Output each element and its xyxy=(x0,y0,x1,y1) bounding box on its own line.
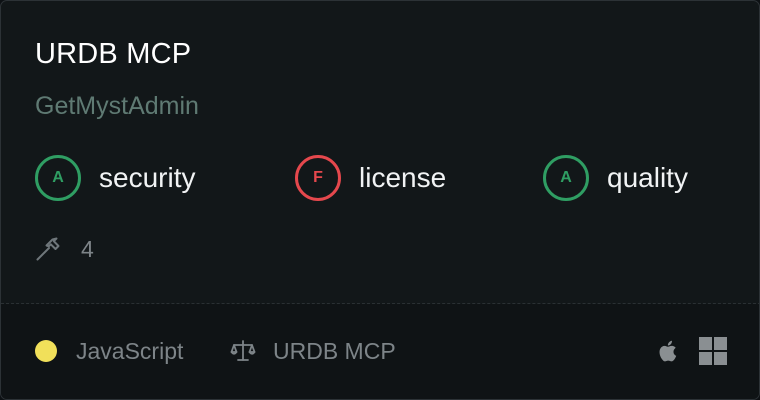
language-label: JavaScript xyxy=(76,338,184,364)
language-color-dot xyxy=(35,340,57,362)
grade-badge-license: F xyxy=(295,155,341,201)
score-license: F license xyxy=(295,155,447,201)
score-label-quality: quality xyxy=(607,162,688,193)
license-label: URDB MCP xyxy=(273,338,396,364)
tools-count: 4 xyxy=(35,233,94,265)
score-quality: A quality xyxy=(543,155,688,201)
scale-icon xyxy=(230,338,256,369)
grade-badge-quality: A xyxy=(543,155,589,201)
grade-badge-security: A xyxy=(35,155,81,201)
score-security: A security xyxy=(35,155,196,201)
server-author[interactable]: GetMystAdmin xyxy=(35,90,199,122)
hammer-icon xyxy=(35,235,63,263)
tools-count-value: 4 xyxy=(81,235,94,262)
server-card[interactable]: URDB MCP GetMystAdmin A security F licen… xyxy=(0,0,760,400)
score-label-security: security xyxy=(99,162,196,193)
score-label-license: license xyxy=(359,162,447,193)
apple-icon xyxy=(655,337,681,370)
server-title[interactable]: URDB MCP xyxy=(35,35,191,73)
windows-icon xyxy=(698,336,728,371)
